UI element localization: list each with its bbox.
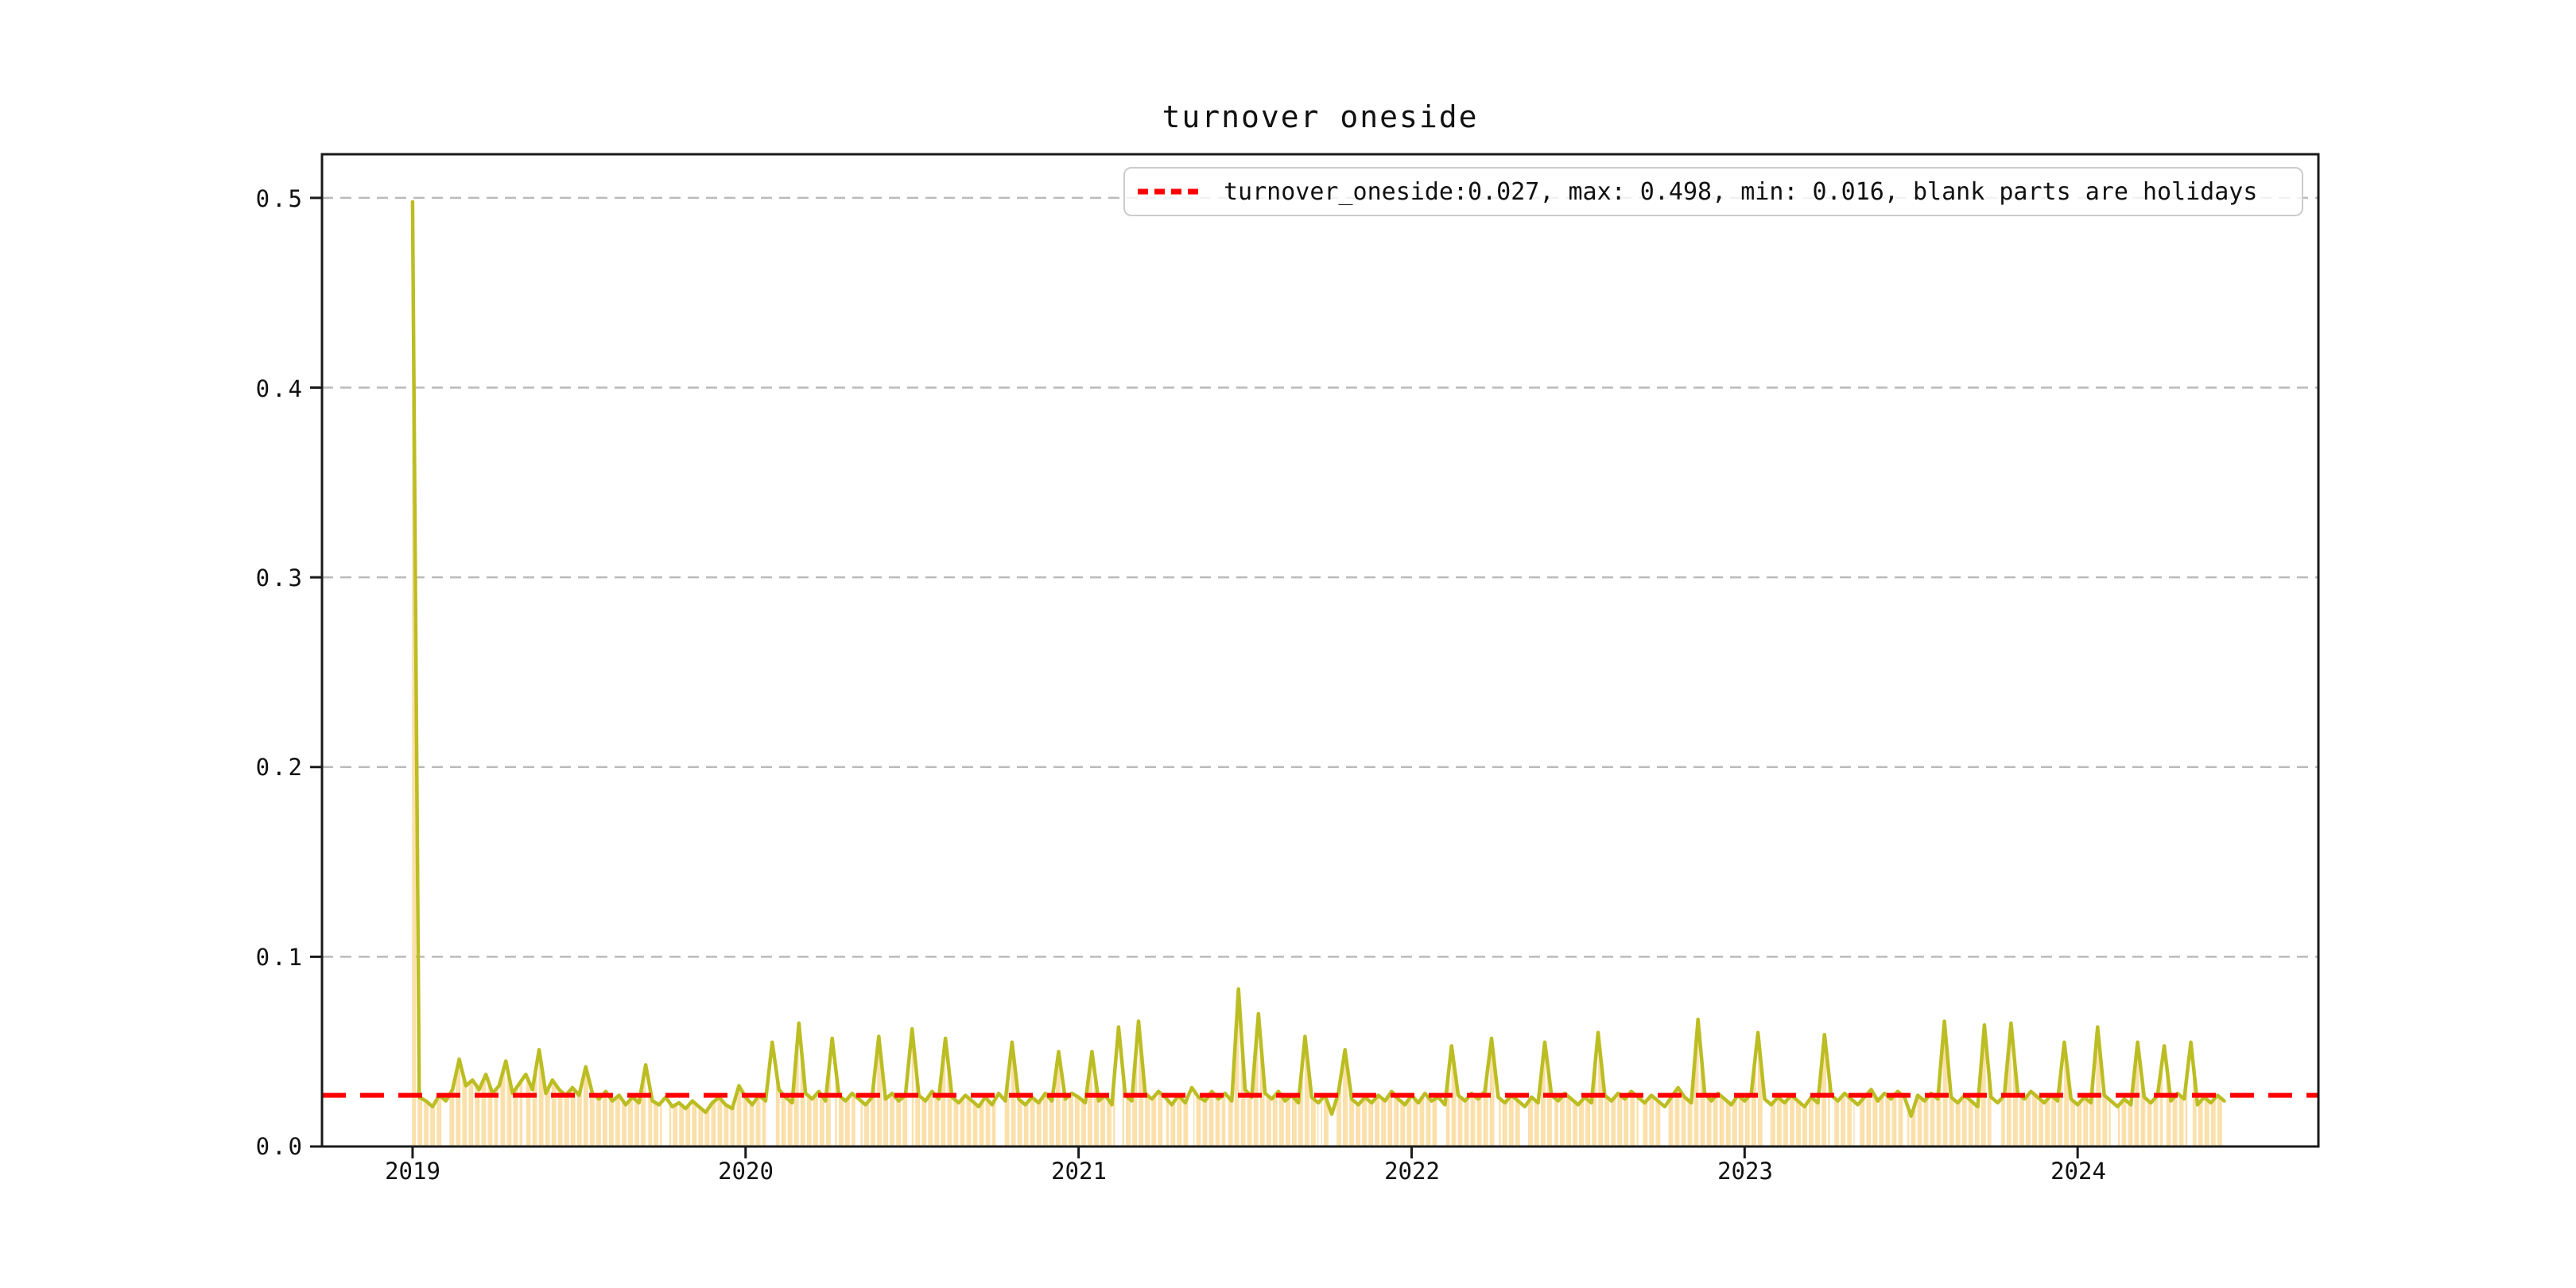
legend-label: turnover_oneside:0.027, max: 0.498, min:… — [1224, 177, 2258, 206]
xtick-label-2020: 2020 — [718, 1158, 774, 1185]
ytick-label-0.5: 0.5 — [255, 185, 305, 212]
ytick-label-0.4: 0.4 — [255, 375, 305, 402]
axis-tick-marks — [310, 196, 2079, 1158]
gridlines — [322, 196, 2318, 958]
legend: turnover_oneside:0.027, max: 0.498, min:… — [1123, 167, 2303, 216]
chart-title: turnover oneside — [1162, 99, 1479, 134]
xtick-label-2019: 2019 — [385, 1158, 440, 1185]
xtick-label-2021: 2021 — [1051, 1158, 1107, 1185]
legend-dash-marker — [1138, 188, 1200, 195]
plot-border — [320, 153, 2320, 1148]
figure: turnover oneside 0.0 0.1 0.2 0.3 0.4 0.5… — [0, 0, 2576, 1288]
ytick-label-0.0: 0.0 — [255, 1133, 305, 1160]
daily-turnover-bars — [412, 201, 2222, 1147]
xtick-label-2024: 2024 — [2050, 1158, 2106, 1185]
ytick-label-0.2: 0.2 — [255, 754, 305, 781]
ytick-label-0.1: 0.1 — [255, 944, 305, 971]
xtick-label-2023: 2023 — [1717, 1158, 1773, 1185]
xtick-label-2022: 2022 — [1384, 1158, 1440, 1185]
turnover-line-series — [410, 200, 2226, 1119]
ytick-label-0.3: 0.3 — [255, 564, 305, 592]
